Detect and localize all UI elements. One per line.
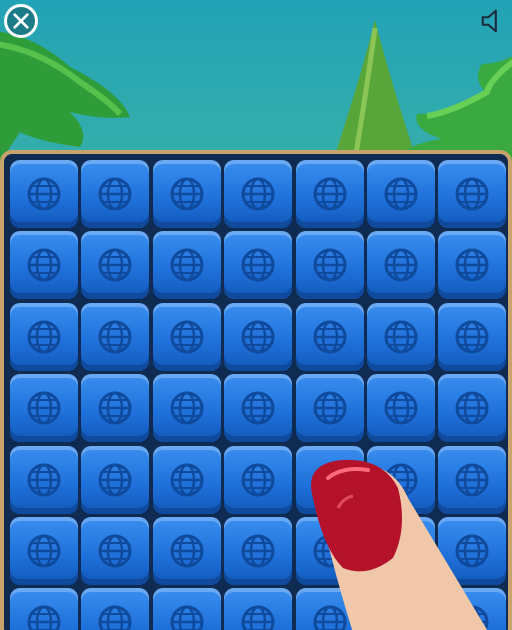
globe-icon bbox=[241, 463, 275, 497]
globe-icon bbox=[241, 534, 275, 568]
globe-icon bbox=[170, 391, 204, 425]
globe-cube-tile[interactable] bbox=[81, 445, 150, 514]
globe-cube-tile[interactable] bbox=[152, 374, 221, 443]
globe-cube-tile[interactable] bbox=[224, 516, 293, 585]
globe-cube-tile[interactable] bbox=[10, 302, 78, 371]
globe-icon bbox=[98, 177, 132, 211]
globe-icon bbox=[384, 177, 418, 211]
globe-icon bbox=[313, 177, 347, 211]
speaker-icon bbox=[481, 9, 497, 33]
globe-cube-tile[interactable] bbox=[10, 231, 78, 300]
globe-cube-tile[interactable] bbox=[366, 160, 435, 228]
globe-cube-tile[interactable] bbox=[81, 588, 150, 630]
globe-icon bbox=[313, 391, 347, 425]
globe-icon bbox=[98, 463, 132, 497]
globe-icon bbox=[98, 605, 132, 630]
globe-icon bbox=[241, 248, 275, 282]
globe-icon bbox=[313, 248, 347, 282]
globe-icon bbox=[98, 248, 132, 282]
globe-cube-tile[interactable] bbox=[224, 302, 293, 371]
globe-icon bbox=[170, 177, 204, 211]
globe-cube-tile[interactable] bbox=[224, 445, 293, 514]
globe-cube-tile[interactable] bbox=[295, 374, 364, 443]
globe-icon bbox=[27, 534, 61, 568]
globe-cube-tile[interactable] bbox=[81, 374, 150, 443]
globe-icon bbox=[455, 248, 489, 282]
globe-icon bbox=[455, 391, 489, 425]
globe-icon bbox=[27, 177, 61, 211]
tutorial-finger-pointer bbox=[311, 459, 488, 630]
close-button[interactable] bbox=[4, 4, 38, 38]
globe-icon bbox=[241, 391, 275, 425]
globe-icon bbox=[384, 391, 418, 425]
globe-cube-tile[interactable] bbox=[152, 445, 221, 514]
globe-cube-tile[interactable] bbox=[438, 302, 507, 371]
globe-icon bbox=[241, 177, 275, 211]
globe-cube-tile[interactable] bbox=[10, 160, 78, 228]
sound-toggle-button[interactable] bbox=[478, 6, 508, 36]
globe-cube-tile[interactable] bbox=[10, 374, 78, 443]
globe-icon bbox=[170, 534, 204, 568]
globe-cube-tile[interactable] bbox=[10, 516, 78, 585]
globe-cube-tile[interactable] bbox=[224, 588, 293, 630]
globe-cube-tile[interactable] bbox=[152, 588, 221, 630]
globe-icon bbox=[384, 248, 418, 282]
globe-icon bbox=[384, 320, 418, 354]
globe-cube-tile[interactable] bbox=[81, 516, 150, 585]
globe-cube-tile[interactable] bbox=[81, 160, 150, 228]
globe-cube-tile[interactable] bbox=[295, 302, 364, 371]
globe-icon bbox=[98, 391, 132, 425]
globe-cube-tile[interactable] bbox=[438, 231, 507, 300]
globe-icon bbox=[27, 248, 61, 282]
globe-cube-tile[interactable] bbox=[152, 160, 221, 228]
globe-icon bbox=[27, 320, 61, 354]
globe-cube-tile[interactable] bbox=[152, 302, 221, 371]
globe-icon bbox=[241, 320, 275, 354]
globe-icon bbox=[170, 320, 204, 354]
globe-cube-tile[interactable] bbox=[366, 302, 435, 371]
globe-icon bbox=[241, 605, 275, 630]
globe-cube-tile[interactable] bbox=[295, 160, 364, 228]
globe-cube-tile[interactable] bbox=[10, 588, 78, 630]
globe-icon bbox=[98, 534, 132, 568]
globe-icon bbox=[455, 177, 489, 211]
globe-cube-tile[interactable] bbox=[366, 374, 435, 443]
globe-icon bbox=[170, 463, 204, 497]
globe-cube-tile[interactable] bbox=[224, 374, 293, 443]
globe-cube-tile[interactable] bbox=[438, 160, 507, 228]
globe-icon bbox=[170, 248, 204, 282]
globe-cube-tile[interactable] bbox=[224, 160, 293, 228]
globe-icon bbox=[313, 320, 347, 354]
globe-cube-tile[interactable] bbox=[152, 516, 221, 585]
globe-icon bbox=[98, 320, 132, 354]
globe-cube-tile[interactable] bbox=[295, 231, 364, 300]
globe-icon bbox=[455, 320, 489, 354]
globe-icon bbox=[27, 391, 61, 425]
globe-icon bbox=[27, 605, 61, 630]
close-icon bbox=[13, 13, 29, 29]
globe-cube-tile[interactable] bbox=[224, 231, 293, 300]
globe-cube-tile[interactable] bbox=[81, 302, 150, 371]
globe-cube-tile[interactable] bbox=[438, 374, 507, 443]
globe-icon bbox=[170, 605, 204, 630]
game-scene bbox=[0, 0, 512, 630]
globe-cube-tile[interactable] bbox=[152, 231, 221, 300]
globe-cube-tile[interactable] bbox=[366, 231, 435, 300]
globe-cube-tile[interactable] bbox=[10, 445, 78, 514]
globe-icon bbox=[27, 463, 61, 497]
globe-cube-tile[interactable] bbox=[81, 231, 150, 300]
